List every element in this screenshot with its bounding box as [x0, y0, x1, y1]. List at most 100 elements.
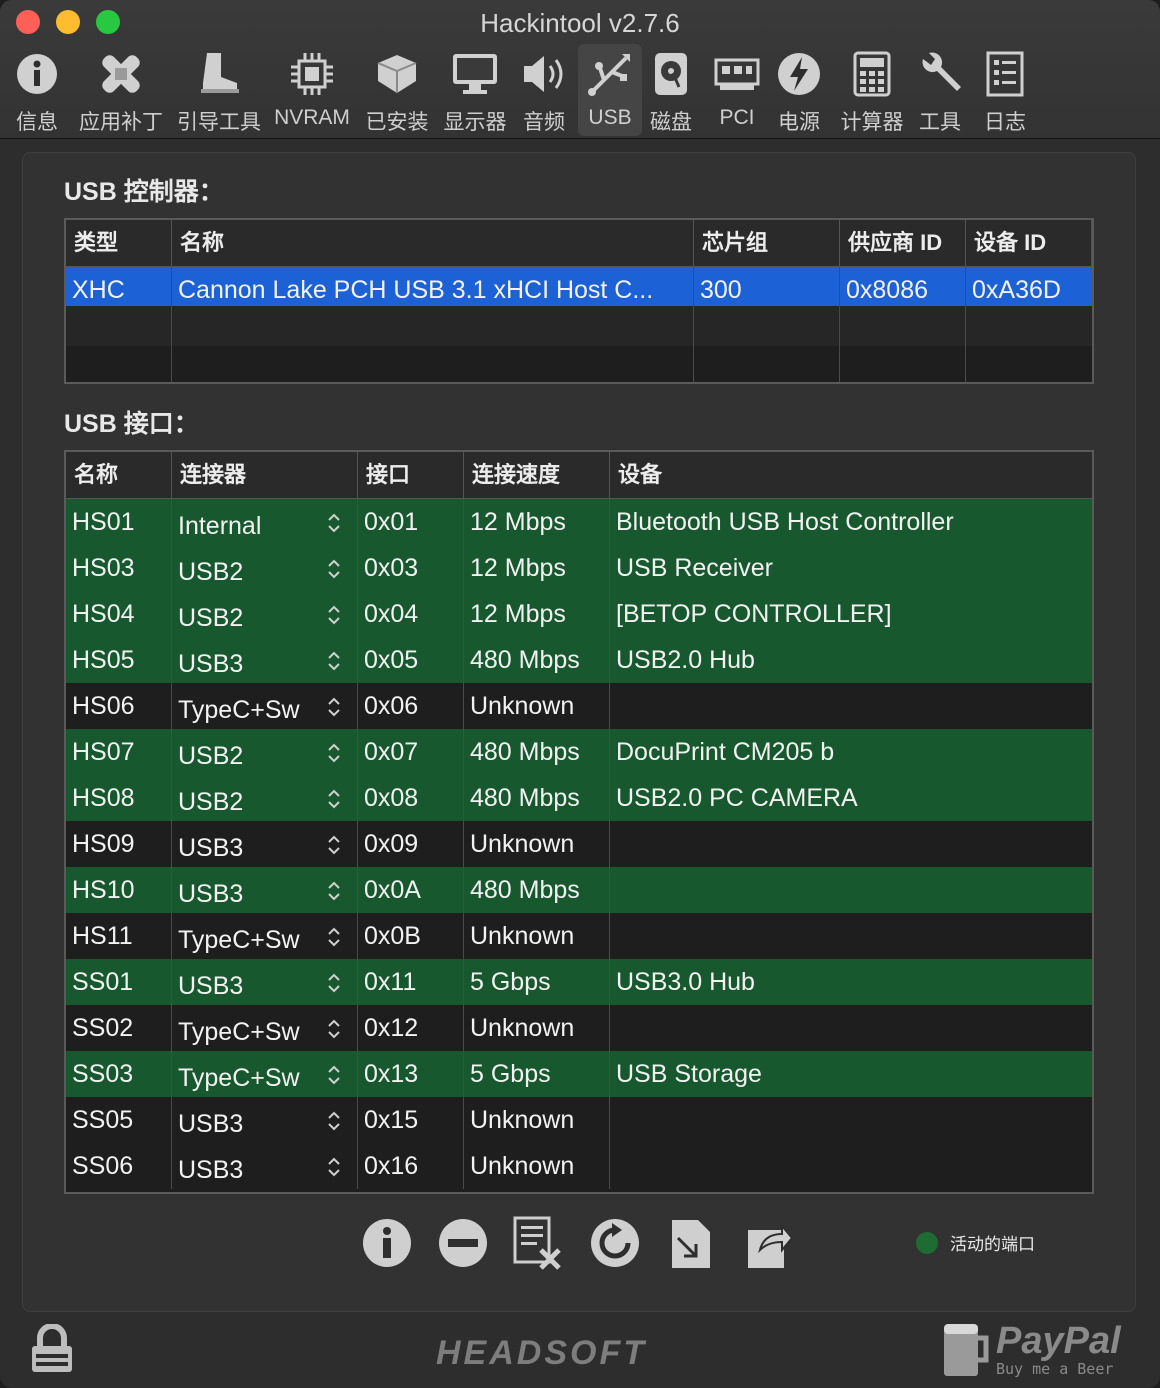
- port-connector[interactable]: USB2: [172, 545, 358, 591]
- port-connector-text: USB2: [178, 558, 244, 586]
- toolbar-log[interactable]: 日志: [982, 44, 1028, 136]
- table-row[interactable]: HS03 USB2 0x03 12 Mbps USB Receiver: [66, 545, 1092, 591]
- table-row[interactable]: HS10 USB3 0x0A 480 Mbps: [66, 867, 1092, 913]
- toolbar-boot[interactable]: 引导工具: [176, 44, 262, 136]
- table-row[interactable]: SS06 USB3 0x16 Unknown: [66, 1143, 1092, 1189]
- port-connector[interactable]: USB2: [172, 775, 358, 821]
- port-name: HS09: [66, 821, 172, 867]
- port-name: SS01: [66, 959, 172, 1005]
- chevron-updown-icon[interactable]: [327, 695, 341, 719]
- table-row[interactable]: HS11 TypeC+Sw 0x0B Unknown: [66, 913, 1092, 959]
- port-connector[interactable]: TypeC+Sw: [172, 683, 358, 729]
- box-icon: [371, 48, 423, 100]
- chevron-updown-icon[interactable]: [327, 787, 341, 811]
- lock-button[interactable]: [30, 1323, 74, 1379]
- col-vendor-id[interactable]: 供应商 ID: [840, 220, 966, 266]
- col-port[interactable]: 接口: [358, 452, 464, 498]
- toolbar-disk[interactable]: 磁盘: [648, 44, 694, 136]
- table-row[interactable]: SS03 TypeC+Sw 0x13 5 Gbps USB Storage: [66, 1051, 1092, 1097]
- port-address: 0x13: [358, 1051, 464, 1097]
- import-button[interactable]: [664, 1216, 718, 1270]
- port-connector[interactable]: Internal: [172, 499, 358, 545]
- port-device-text: Bluetooth USB Host Controller: [616, 508, 954, 536]
- port-speed: Unknown: [464, 683, 610, 729]
- port-connector[interactable]: USB3: [172, 637, 358, 683]
- col-device[interactable]: 设备: [610, 452, 1092, 498]
- chevron-updown-icon[interactable]: [327, 925, 341, 949]
- toolbar-audio[interactable]: 音频: [518, 44, 570, 136]
- chevron-updown-icon[interactable]: [327, 1063, 341, 1087]
- port-connector-text: USB3: [178, 1110, 244, 1138]
- table-row[interactable]: HS05 USB3 0x05 480 Mbps USB2.0 Hub: [66, 637, 1092, 683]
- col-connector[interactable]: 连接器: [172, 452, 358, 498]
- col-speed[interactable]: 连接速度: [464, 452, 610, 498]
- chevron-updown-icon[interactable]: [327, 833, 341, 857]
- port-connector[interactable]: USB2: [172, 591, 358, 637]
- paypal-donate[interactable]: PayPal Buy me a Beer: [940, 1320, 1140, 1380]
- table-row[interactable]: HS09 USB3 0x09 Unknown: [66, 821, 1092, 867]
- col-port-name[interactable]: 名称: [66, 452, 172, 498]
- port-speed: Unknown: [464, 913, 610, 959]
- table-row[interactable]: SS01 USB3 0x11 5 Gbps USB3.0 Hub: [66, 959, 1092, 1005]
- chevron-updown-icon[interactable]: [327, 649, 341, 673]
- wrench-icon: [914, 48, 966, 100]
- toolbar-power[interactable]: 电源: [776, 44, 822, 136]
- chevron-updown-icon[interactable]: [327, 557, 341, 581]
- port-name-text: HS04: [72, 600, 135, 628]
- chevron-updown-icon[interactable]: [327, 1109, 341, 1133]
- table-row[interactable]: SS05 USB3 0x15 Unknown: [66, 1097, 1092, 1143]
- port-connector[interactable]: TypeC+Sw: [172, 1005, 358, 1051]
- table-row[interactable]: HS04 USB2 0x04 12 Mbps [BETOP CONTROLLER]: [66, 591, 1092, 637]
- port-connector[interactable]: USB3: [172, 1097, 358, 1143]
- port-name-text: SS02: [72, 1014, 134, 1042]
- chevron-updown-icon[interactable]: [327, 511, 341, 535]
- port-name-text: HS09: [72, 830, 135, 858]
- port-device-text: USB Storage: [616, 1060, 762, 1088]
- toolbar-nvram[interactable]: NVRAM: [272, 44, 352, 136]
- toolbar-patch[interactable]: 应用补丁: [76, 44, 166, 136]
- port-name: SS03: [66, 1051, 172, 1097]
- toolbar-installed[interactable]: 已安装: [364, 44, 430, 136]
- port-name: SS02: [66, 1005, 172, 1051]
- table-row[interactable]: HS08 USB2 0x08 480 Mbps USB2.0 PC CAMERA: [66, 775, 1092, 821]
- chevron-updown-icon[interactable]: [327, 603, 341, 627]
- toolbar-calculator[interactable]: 计算器: [838, 44, 906, 136]
- col-device-id[interactable]: 设备 ID: [966, 220, 1092, 266]
- col-chipset[interactable]: 芯片组: [694, 220, 840, 266]
- port-connector[interactable]: USB3: [172, 821, 358, 867]
- toolbar-tools[interactable]: 工具: [916, 44, 964, 136]
- col-name[interactable]: 名称: [172, 220, 694, 266]
- toolbar-info[interactable]: 信息: [10, 44, 64, 136]
- table-row[interactable]: HS01 Internal 0x01 12 Mbps Bluetooth USB Hos…: [66, 499, 1092, 545]
- remove-button[interactable]: [436, 1216, 490, 1270]
- chevron-updown-icon[interactable]: [327, 971, 341, 995]
- table-row[interactable]: SS02 TypeC+Sw 0x12 Unknown: [66, 1005, 1092, 1051]
- export-button[interactable]: [742, 1216, 796, 1270]
- port-connector-text: USB2: [178, 604, 244, 632]
- port-connector[interactable]: USB2: [172, 729, 358, 775]
- port-connector[interactable]: TypeC+Sw: [172, 1051, 358, 1097]
- port-speed: 480 Mbps: [464, 729, 610, 775]
- port-connector[interactable]: USB3: [172, 959, 358, 1005]
- table-row[interactable]: HS07 USB2 0x07 480 Mbps DocuPrint CM205 b: [66, 729, 1092, 775]
- port-address: 0x0B: [358, 913, 464, 959]
- clear-button[interactable]: [510, 1216, 564, 1270]
- port-device-text: USB Receiver: [616, 554, 773, 582]
- toolbar-pci[interactable]: PCI: [714, 44, 760, 136]
- port-connector[interactable]: USB3: [172, 1143, 358, 1189]
- chevron-updown-icon[interactable]: [327, 1155, 341, 1179]
- controllers-header: 类型 名称 芯片组 供应商 ID 设备 ID: [66, 220, 1092, 267]
- chevron-updown-icon[interactable]: [327, 879, 341, 903]
- port-connector[interactable]: TypeC+Sw: [172, 913, 358, 959]
- toolbar-display[interactable]: 显示器: [442, 44, 508, 136]
- info-button[interactable]: [360, 1216, 414, 1270]
- chevron-updown-icon[interactable]: [327, 741, 341, 765]
- toolbar-usb[interactable]: USB: [578, 44, 642, 136]
- table-row[interactable]: HS06 TypeC+Sw 0x06 Unknown: [66, 683, 1092, 729]
- port-address-text: 0x0A: [364, 876, 421, 904]
- chevron-updown-icon[interactable]: [327, 1017, 341, 1041]
- refresh-button[interactable]: [588, 1216, 642, 1270]
- col-type[interactable]: 类型: [66, 220, 172, 266]
- port-connector[interactable]: USB3: [172, 867, 358, 913]
- power-icon: [773, 48, 825, 100]
